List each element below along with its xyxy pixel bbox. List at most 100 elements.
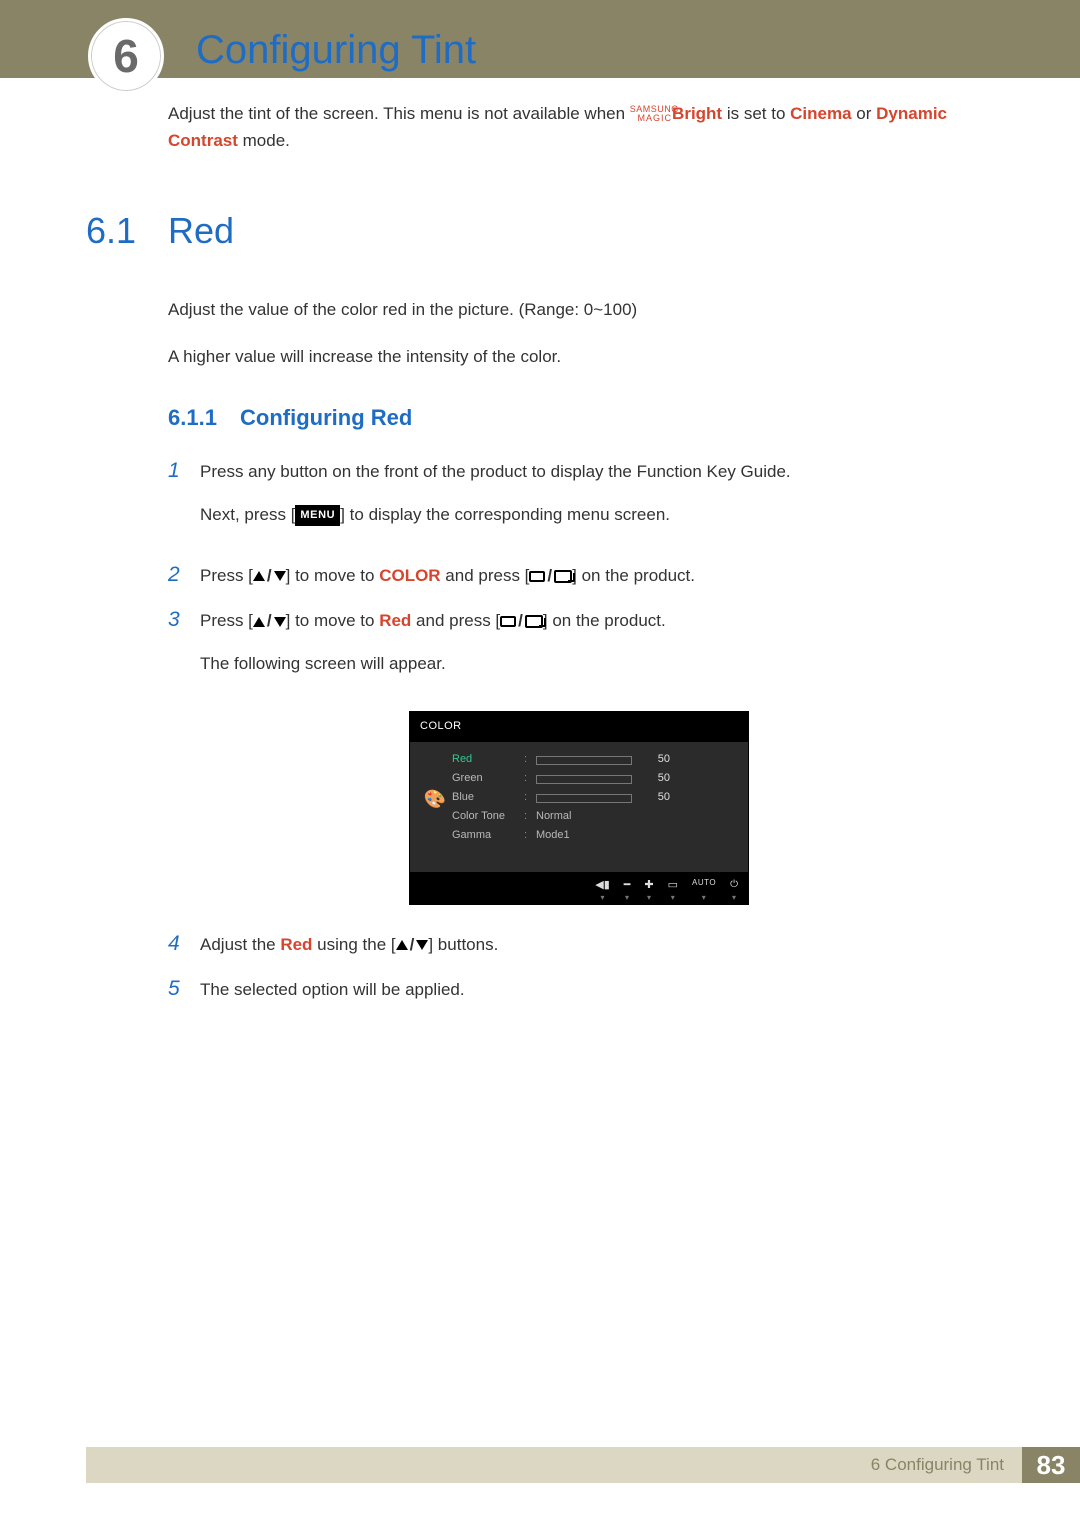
osd-body: 🎨 Red : 50 Green : 50 Blue : [410, 742, 748, 872]
step-4-post: ] buttons. [428, 935, 498, 954]
section-heading: 6.1 Red [168, 202, 990, 260]
up-arrow-icon [253, 571, 265, 581]
slash-icon: / [516, 611, 525, 630]
cinema-word: Cinema [790, 104, 851, 123]
osd-menu-screenshot: COLOR 🎨 Red : 50 Green : 50 [409, 711, 749, 904]
osd-row-green: Green : 50 [452, 770, 736, 788]
step-1b-text: Next, press [MENU] to display the corres… [200, 501, 990, 528]
step-body: The selected option will be applied. [200, 976, 990, 1003]
intro-text-suffix: mode. [243, 131, 290, 150]
osd-footer: ◀▮ ━ ✚ ▭ AUTO ⏻ [410, 872, 748, 904]
step-4-mid: using the [ [312, 935, 395, 954]
down-arrow-icon [274, 617, 286, 627]
slash-icon: / [265, 566, 274, 585]
footer-chapter-label: 6 Configuring Tint [86, 1447, 1022, 1483]
osd-minus-icon: ━ [624, 877, 631, 895]
osd-row-blue: Blue : 50 [452, 789, 736, 807]
section-number: 6.1 [86, 202, 168, 260]
step-number: 1 [168, 458, 200, 483]
osd-value-red: 50 [642, 751, 670, 769]
chapter-number: 6 [91, 29, 161, 83]
slash-icon: / [408, 935, 417, 954]
samsung-magic-sub: MAGIC [638, 113, 673, 123]
step-2-post: ] on the product. [572, 566, 695, 585]
step-5: 5 The selected option will be applied. [168, 976, 990, 1003]
source-icon [500, 616, 516, 627]
osd-row-red: Red : 50 [452, 751, 736, 769]
osd-label-green: Green [452, 770, 524, 788]
step-body: Press [ / ] to move to Red and press [ / ] o… [200, 607, 990, 693]
red-word: Red [280, 935, 312, 954]
step-3-mid2: and press [ [411, 611, 500, 630]
osd-colon: : [524, 808, 536, 826]
step-2-pre: Press [ [200, 566, 253, 585]
step-body: Adjust the Red using the [/] buttons. [200, 931, 990, 958]
osd-plus-icon: ✚ [644, 877, 653, 895]
osd-colon: : [524, 770, 536, 788]
step-2-mid2: and press [ [441, 566, 530, 585]
palette-icon: 🎨 [424, 785, 446, 814]
osd-list: Red : 50 Green : 50 Blue : 50 [452, 750, 736, 848]
step-number: 3 [168, 607, 200, 632]
down-arrow-icon [416, 940, 428, 950]
up-arrow-icon [253, 617, 265, 627]
step-body: Press any button on the front of the pro… [200, 458, 990, 544]
chapter-title: Configuring Tint [196, 28, 476, 73]
enter-icon [525, 615, 543, 628]
osd-label-gamma: Gamma [452, 827, 524, 845]
osd-colon: : [524, 789, 536, 807]
step-1b-pre: Next, press [ [200, 505, 295, 524]
menu-key-icon: MENU [295, 505, 340, 526]
osd-value-blue: 50 [642, 789, 670, 807]
step-2-mid1: ] to move to [286, 566, 380, 585]
step-body: Press [ / ] to move to COLOR and press [ /]… [200, 562, 990, 589]
up-arrow-icon [396, 940, 408, 950]
osd-label-blue: Blue [452, 789, 524, 807]
bright-word: Bright [672, 104, 722, 123]
chapter-number-circle: 6 [88, 18, 164, 94]
intro-text-prefix: Adjust the tint of the screen. This menu… [168, 104, 630, 123]
step-number: 2 [168, 562, 200, 587]
source-icon [529, 571, 545, 582]
slash-icon: / [265, 611, 274, 630]
osd-label-red: Red [452, 751, 524, 769]
red-word: Red [379, 611, 411, 630]
step-3-mid1: ] to move to [286, 611, 380, 630]
subsection-title: Configuring Red [240, 400, 412, 435]
step-3-follow: The following screen will appear. [200, 650, 990, 677]
osd-title: COLOR [410, 712, 748, 742]
section-title: Red [168, 202, 234, 260]
step-number: 5 [168, 976, 200, 1001]
footer-page-number: 83 [1022, 1447, 1080, 1483]
page-footer: 6 Configuring Tint 83 [86, 1447, 1080, 1483]
osd-back-icon: ◀▮ [595, 877, 610, 895]
osd-row-colortone: Color Tone : Normal [452, 808, 736, 826]
osd-text-gamma: Mode1 [536, 827, 570, 845]
subsection-number: 6.1.1 [168, 400, 240, 435]
step-3-pre: Press [ [200, 611, 253, 630]
osd-enter-icon: ▭ [668, 877, 678, 895]
step-4: 4 Adjust the Red using the [/] buttons. [168, 931, 990, 958]
section-p1: Adjust the value of the color red in the… [168, 296, 990, 323]
intro-paragraph: Adjust the tint of the screen. This menu… [168, 100, 990, 154]
osd-colon: : [524, 751, 536, 769]
intro-text-or: or [856, 104, 876, 123]
step-1b-post: ] to display the corresponding menu scre… [340, 505, 670, 524]
osd-row-gamma: Gamma : Mode1 [452, 827, 736, 845]
enter-icon [554, 570, 572, 583]
osd-text-colortone: Normal [536, 808, 571, 826]
header-bar: 6 Configuring Tint [0, 0, 1080, 78]
step-3-post: ] on the product. [543, 611, 666, 630]
color-word: COLOR [379, 566, 440, 585]
osd-bar-blue [536, 794, 632, 803]
step-1a-text: Press any button on the front of the pro… [200, 458, 990, 485]
intro-text-mid: is set to [727, 104, 790, 123]
osd-auto-icon: AUTO [692, 877, 716, 895]
osd-power-icon: ⏻ [730, 877, 738, 895]
step-1: 1 Press any button on the front of the p… [168, 458, 990, 544]
osd-value-green: 50 [642, 770, 670, 788]
step-number: 4 [168, 931, 200, 956]
step-3: 3 Press [ / ] to move to Red and press [ /]… [168, 607, 990, 693]
down-arrow-icon [274, 571, 286, 581]
slash-icon: / [545, 566, 554, 585]
